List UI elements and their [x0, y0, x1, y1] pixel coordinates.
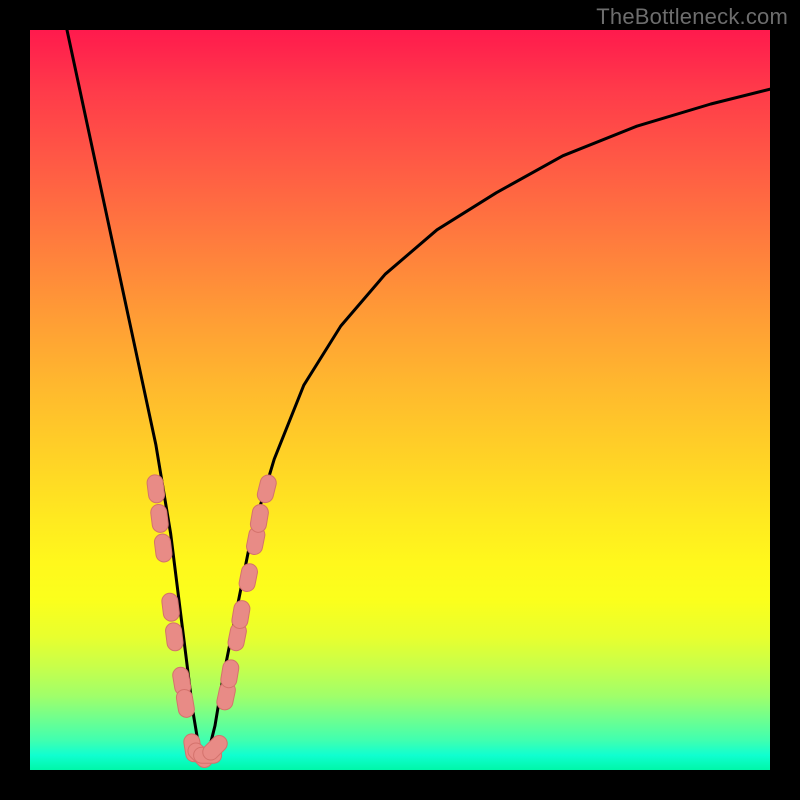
chart-svg — [30, 30, 770, 770]
highlight-marker — [175, 688, 195, 718]
watermark-text: TheBottleneck.com — [596, 4, 788, 30]
highlight-marker — [231, 599, 251, 629]
plot-area — [30, 30, 770, 770]
highlight-marker — [256, 473, 278, 504]
highlight-marker — [249, 503, 269, 533]
chart-frame: TheBottleneck.com — [0, 0, 800, 800]
highlight-marker — [220, 659, 240, 689]
marker-layer — [146, 473, 278, 770]
highlight-marker — [238, 562, 259, 593]
